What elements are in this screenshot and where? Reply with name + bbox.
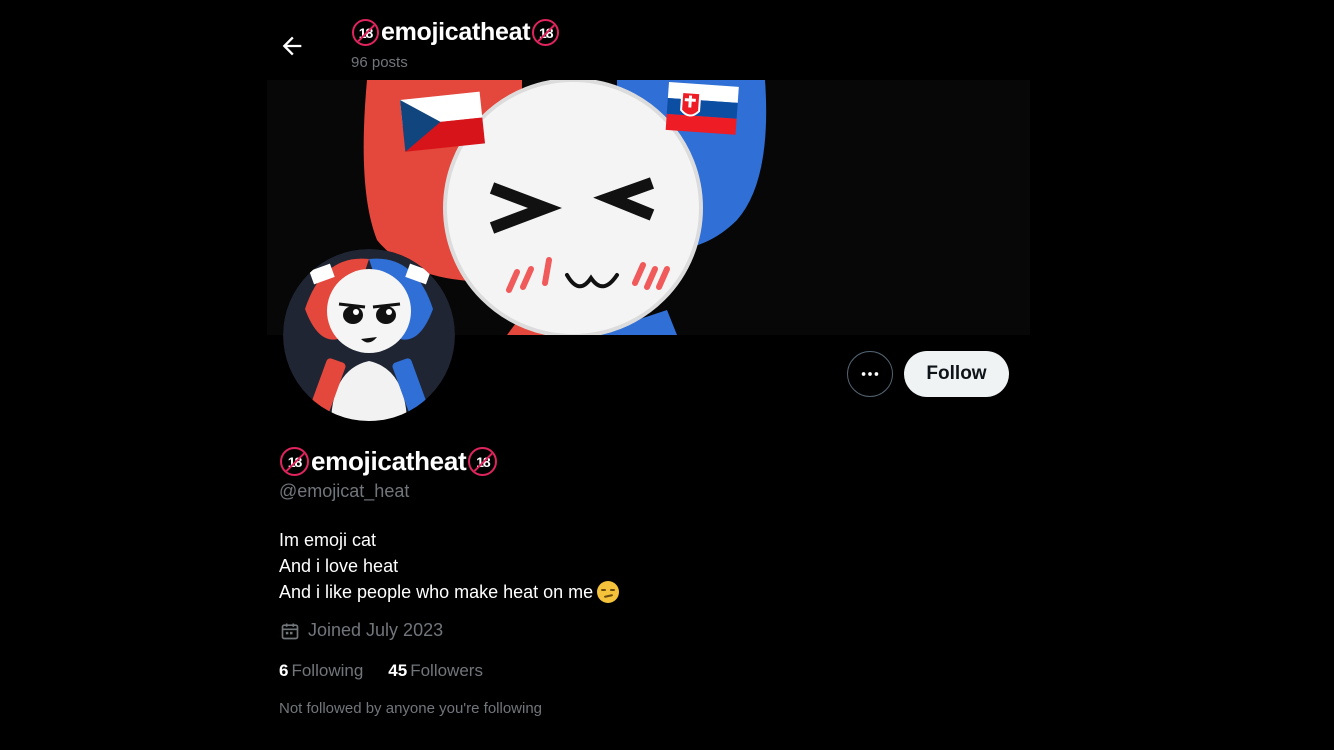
header-title: 18 emojicatheat 18: [352, 18, 560, 47]
arrow-left-icon: [282, 36, 302, 56]
profile-avatar[interactable]: [283, 249, 455, 421]
following-label: Following: [291, 661, 364, 680]
display-name-text: emojicatheat: [311, 446, 467, 476]
no-under-18-icon: 18: [352, 19, 379, 46]
header-title-text: emojicatheat: [381, 18, 531, 46]
follow-stats: 6 Following 45 Followers: [279, 661, 508, 681]
follow-button[interactable]: Follow: [904, 351, 1009, 397]
avatar-image: [283, 249, 455, 421]
mutual-followers-note: Not followed by anyone you're following: [279, 700, 543, 717]
followers-count: 45: [388, 661, 408, 680]
more-options-button[interactable]: [847, 351, 893, 397]
no-under-18-icon: 18: [468, 447, 498, 476]
bio-line: And i love heat: [279, 556, 399, 576]
no-under-18-icon: 18: [532, 19, 560, 46]
no-under-18-icon: 18: [280, 447, 309, 476]
followers-link[interactable]: 45 Followers: [388, 661, 483, 681]
followers-label: Followers: [410, 661, 483, 680]
join-date: Joined July 2023: [280, 620, 443, 641]
join-date-text: Joined July 2023: [308, 620, 444, 640]
profile-bio: Im emoji cat And i love heat And i like …: [279, 527, 620, 605]
more-icon: [861, 372, 879, 376]
calendar-icon: [281, 623, 299, 639]
back-button[interactable]: [278, 32, 306, 60]
posts-count: 96 posts: [351, 54, 408, 71]
user-handle: @emojicat_heat: [279, 481, 410, 501]
display-name: 18 emojicatheat 18: [280, 446, 498, 477]
following-count: 6: [279, 661, 289, 680]
relieved-face-icon: [597, 581, 620, 603]
following-link[interactable]: 6 Following: [279, 661, 363, 681]
bio-line-text: And i like people who make heat on me: [279, 582, 594, 602]
bio-line: And i like people who make heat on me: [279, 579, 620, 605]
bio-line: Im emoji cat: [279, 530, 377, 550]
